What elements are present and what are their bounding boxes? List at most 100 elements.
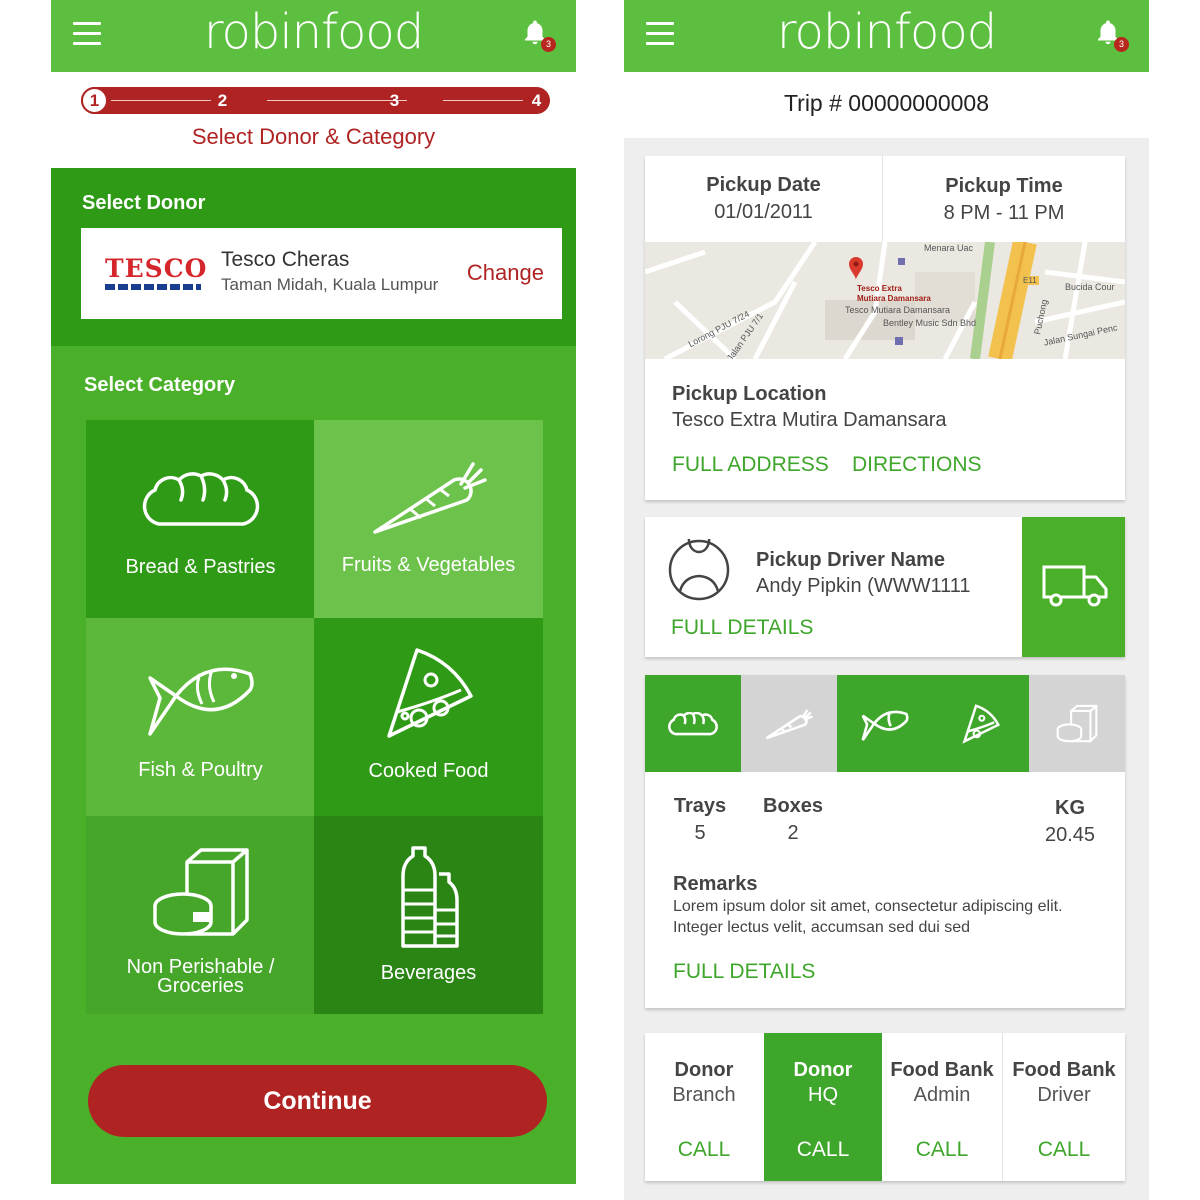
select-donor-label: Select Donor [82,192,206,214]
contact-subtitle: Branch [672,1084,736,1106]
groceries-icon [1056,704,1098,742]
pickup-time-label: Pickup Time [945,175,1063,197]
notification-badge: 3 [1114,37,1129,52]
map-label: Bentley Music Sdn Bhd [883,318,977,328]
notification-bell-icon[interactable]: 3 [1093,18,1129,52]
pickup-date-value: 01/01/2011 [714,201,813,223]
remarks-line: Lorem ipsum dolor sit amet, consectetur … [673,898,1063,915]
call-button[interactable]: CALL [764,1138,882,1162]
category-label: Fruits & Vegetables [341,554,516,576]
boxes-label: Boxes [763,795,824,817]
contact-subtitle: Admin [913,1084,971,1106]
full-address-link[interactable]: FULL ADDRESS [672,453,829,477]
remarks-line: Integer lectus velit, accumsan sed dui s… [673,919,971,936]
trip-details-screen: robinfood 3 Trip # 00000000008 Pickup Da… [624,0,1149,1200]
pizza-icon [962,703,1000,744]
category-label: Bread & Pastries [125,556,276,578]
category-label-line2: Groceries [157,975,244,997]
driver-name-label: Pickup Driver Name [756,549,945,571]
track-truck-button[interactable] [1022,517,1125,657]
map-label: Bucida Cour [1065,282,1115,292]
pickup-time-block: Pickup Time 8 PM - 11 PM [883,156,1125,242]
fish-icon [147,667,254,736]
category-grid: Bread & Pastries Fruits & Vegetables Fis… [86,420,543,1015]
category-tile-fish-poultry[interactable]: Fish & Poultry [86,618,315,816]
call-food-bank-admin[interactable]: Food Bank Admin CALL [883,1033,1001,1181]
contact-subtitle: HQ [808,1084,838,1106]
call-button[interactable]: CALL [645,1138,763,1162]
step-4[interactable]: 4 [523,87,550,114]
contact-title: Donor [793,1059,853,1081]
call-button[interactable]: CALL [883,1138,1001,1162]
contact-subtitle: Driver [1037,1084,1091,1106]
select-donor-screen: robinfood 3 1 2 3 4 Select Donor & Categ… [51,0,576,1200]
map-label: Mutiara Damansara [857,294,931,303]
app-logo: robinfood [203,4,424,60]
bottles-icon [400,846,459,948]
notification-badge: 3 [541,37,556,52]
bread-icon [142,472,259,526]
category-label: Non Perishable / [126,956,275,978]
driver-name-value: Andy Pipkin (WWW1111 [756,575,971,597]
category-label: Fish & Poultry [138,759,263,781]
category-label: Cooked Food [368,760,489,782]
category-flag-cooked-food[interactable] [933,675,1029,772]
notification-bell-icon[interactable]: 3 [520,18,556,52]
change-donor-button[interactable]: Change [467,260,544,286]
select-donor-panel: Select Donor TESCO Tesco Cheras Taman Mi… [51,168,576,346]
app-bar: robinfood 3 [624,0,1149,72]
remarks-label: Remarks [673,873,758,895]
pickup-time-value: 8 PM - 11 PM [943,202,1065,224]
pizza-icon [386,648,473,738]
category-tile-bread[interactable]: Bread & Pastries [86,420,315,618]
carrot-icon [372,462,487,534]
pickup-date-label: Pickup Date [706,174,821,196]
step-2[interactable]: 2 [209,87,236,114]
trip-number: Trip # 00000000008 [783,90,990,116]
pickup-card: Pickup Date 01/01/2011 Pickup Time 8 PM … [645,156,1125,500]
call-button[interactable]: CALL [1003,1138,1125,1162]
map-label: Tesco Mutiara Damansara [845,305,951,315]
app-bar: robinfood 3 [51,0,576,72]
kg-block: KG 20.45 [1037,797,1103,847]
donor-card[interactable]: TESCO Tesco Cheras Taman Midah, Kuala Lu… [81,228,562,319]
category-flag-vegetables[interactable] [741,675,837,772]
call-food-bank-driver[interactable]: Food Bank Driver CALL [1003,1033,1125,1181]
driver-full-details-link[interactable]: FULL DETAILS [671,616,813,640]
donor-name: Tesco Cheras [221,248,350,271]
pickup-location-value: Tesco Extra Mutira Damansara [672,409,947,431]
pickup-location-label: Pickup Location [672,383,827,405]
category-tile-beverages[interactable]: Beverages [314,816,543,1014]
category-tile-fruits-vegetables[interactable]: Fruits & Vegetables [314,420,543,618]
quantities-card: Trays 5 Boxes 2 KG 20.45 Remarks Lorem i… [645,675,1125,1008]
directions-link[interactable]: DIRECTIONS [852,453,982,477]
step-1[interactable]: 1 [81,87,108,114]
map-label: E11 [1021,276,1039,285]
category-flag-groceries[interactable] [1029,675,1125,772]
app-logo: robinfood [776,4,997,60]
category-strip [645,675,1125,772]
quantities-full-details-link[interactable]: FULL DETAILS [673,960,815,984]
category-flag-fish[interactable] [837,675,933,772]
select-category-label: Select Category [84,374,236,396]
step-title: Select Donor & Category [191,124,436,149]
select-category-panel: Select Category Bread & Pastries Fruits … [51,346,576,1184]
trays-block: Trays 5 [673,795,727,845]
continue-button[interactable]: Continue [88,1065,547,1137]
kg-value: 20.45 [1044,824,1096,846]
driver-avatar-icon [668,539,730,601]
map-label: Tesco Extra [857,284,902,293]
category-flag-bread[interactable] [645,675,741,772]
truck-icon [1042,565,1108,607]
step-3[interactable]: 3 [381,87,408,114]
call-donor-branch[interactable]: Donor Branch CALL [645,1033,763,1181]
trays-label: Trays [673,795,727,817]
pickup-map[interactable]: Menara Uac Tesco Extra Mutiara Damansara… [645,242,1125,359]
call-donor-hq[interactable]: Donor HQ CALL [764,1033,882,1181]
driver-card: Pickup Driver Name Andy Pipkin (WWW1111 … [645,517,1125,657]
fish-icon [861,710,909,741]
category-tile-groceries[interactable]: Non Perishable / Groceries [86,816,315,1014]
contact-title: Food Bank [1012,1059,1116,1081]
kg-label: KG [1055,797,1085,819]
category-tile-cooked-food[interactable]: Cooked Food [314,618,543,816]
